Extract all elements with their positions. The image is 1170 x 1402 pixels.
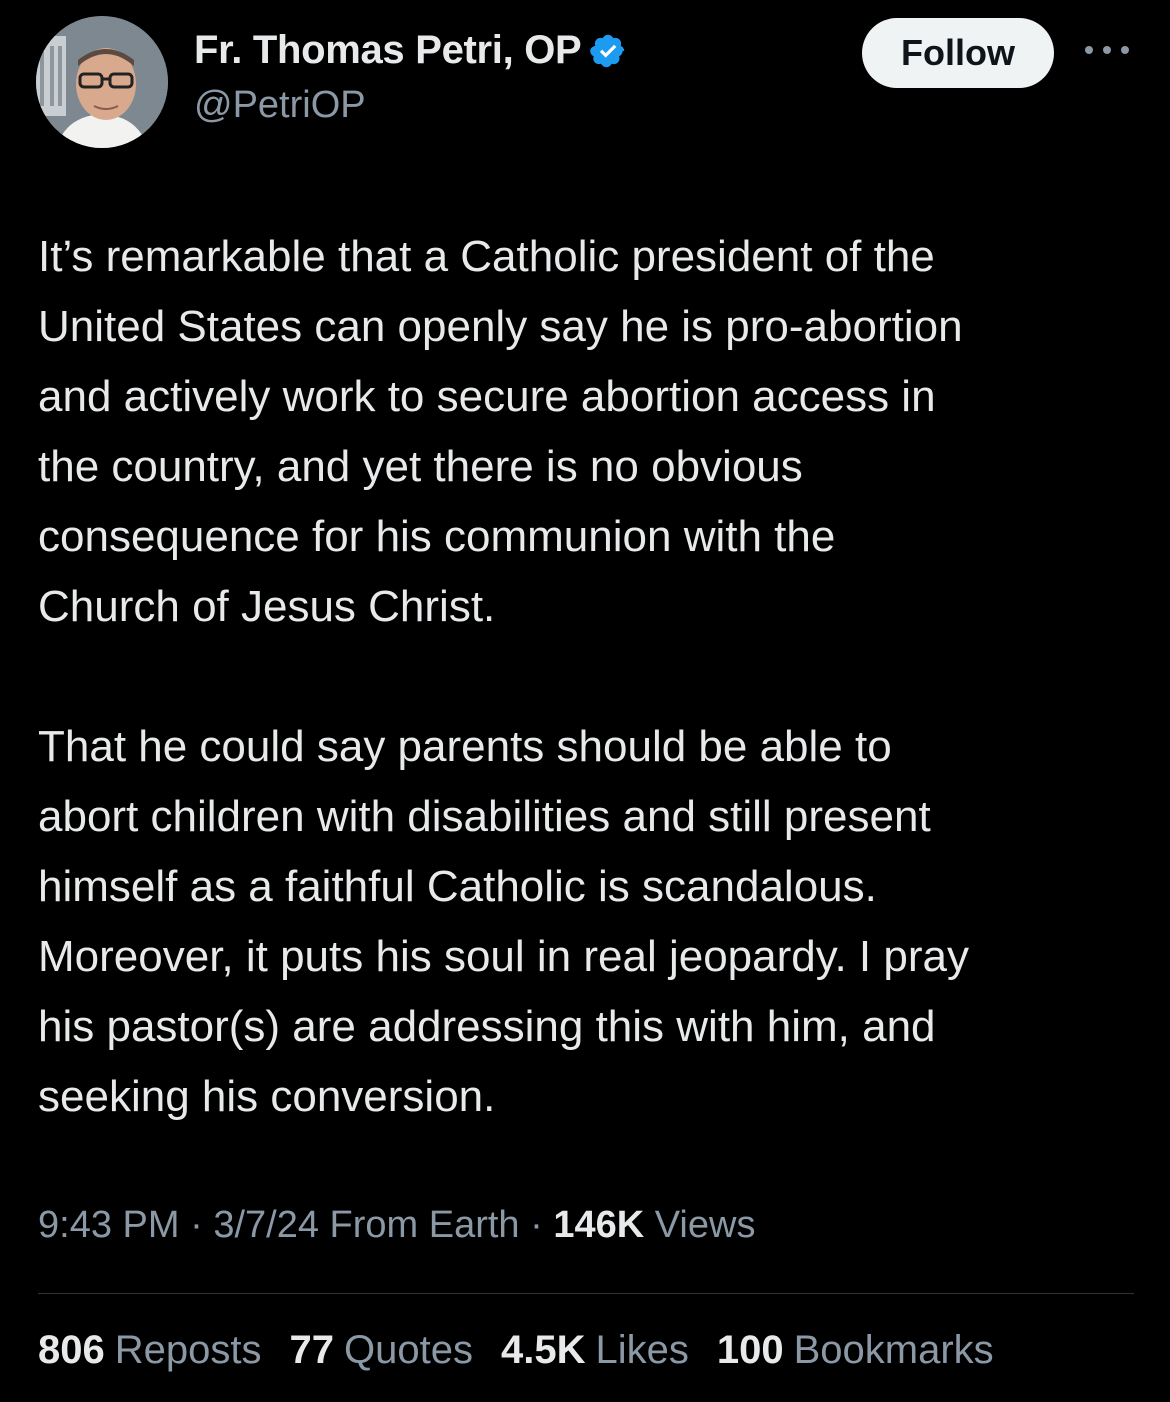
bookmarks-label: Bookmarks [793,1328,994,1372]
author-handle[interactable]: @PetriOP [194,84,366,127]
views-count: 146K [553,1204,645,1246]
verified-badge-icon[interactable] [589,32,627,70]
divider [38,1293,1134,1294]
likes-stat[interactable]: 4.5K Likes [501,1328,689,1373]
tweet-date[interactable]: 3/7/24 [213,1204,319,1246]
engagement-stats: 806 Reposts 77 Quotes 4.5K Likes 100 Boo… [38,1328,994,1373]
author-display-name[interactable]: Fr. Thomas Petri, OP [194,28,582,73]
likes-count: 4.5K [500,1328,586,1372]
quotes-label: Quotes [344,1328,473,1372]
tweet-meta: 9:43 PM · 3/7/24 From Earth · 146K Views [38,1204,755,1247]
reposts-label: Reposts [114,1328,262,1372]
tweet-text-paragraph-1: It’s remarkable that a Catholic presiden… [38,232,963,631]
tweet-text-paragraph-2: That he could say parents should be able… [38,722,969,1121]
tweet-time[interactable]: 9:43 PM [38,1204,180,1246]
tweet-source: From Earth [318,1204,520,1246]
quotes-stat[interactable]: 77 Quotes [290,1328,473,1373]
more-options-icon[interactable] [1085,40,1129,60]
likes-label: Likes [595,1328,689,1372]
views-label: Views [644,1204,756,1246]
quotes-count: 77 [289,1328,335,1372]
meta-separator: · [179,1204,214,1246]
reposts-stat[interactable]: 806 Reposts [38,1328,262,1373]
follow-button[interactable]: Follow [862,18,1054,88]
avatar-image [36,16,168,148]
reposts-count: 806 [38,1328,105,1372]
bookmarks-stat[interactable]: 100 Bookmarks [717,1328,994,1373]
meta-separator-2: · [519,1204,554,1246]
bookmarks-count: 100 [716,1328,784,1372]
avatar[interactable] [36,16,168,148]
